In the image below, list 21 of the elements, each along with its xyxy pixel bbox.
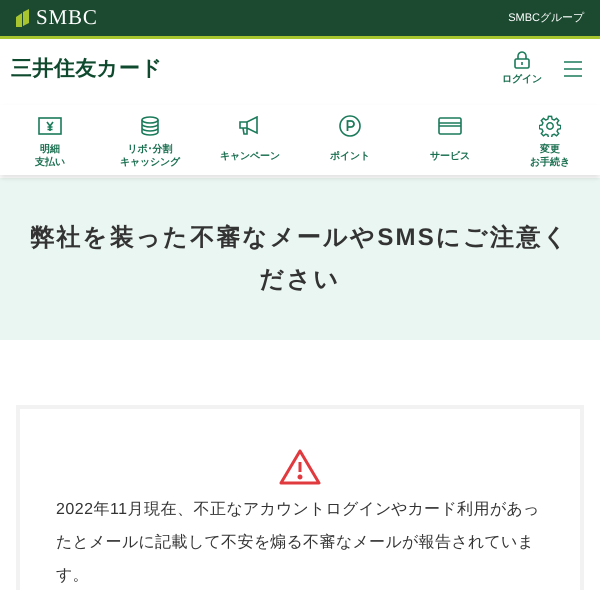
- nav-item[interactable]: 変更 お手続き: [500, 105, 600, 177]
- menu-icon[interactable]: [564, 61, 582, 77]
- nav-item[interactable]: キャンペーン: [200, 105, 300, 177]
- coin-stack-icon: [140, 116, 160, 136]
- nav-item[interactable]: サービス: [400, 105, 500, 177]
- site-logo[interactable]: 三井住友カード: [11, 53, 163, 85]
- credit-card-icon: [438, 117, 462, 135]
- warning-icon: [279, 449, 321, 485]
- banknote-icon: [38, 117, 62, 135]
- gear-icon: [539, 115, 561, 137]
- lock-icon: [514, 51, 530, 69]
- point-icon: [339, 115, 361, 137]
- nav-item[interactable]: ポイント: [300, 105, 400, 177]
- login-button[interactable]: ログイン: [502, 51, 542, 87]
- notice-text: 2022年11月現在、不正なアカウントログインやカード利用があったとメールに記載して不安を煽る不審なメールが報告されています。: [56, 500, 541, 586]
- brand-logo[interactable]: SMBC: [36, 2, 98, 34]
- group-link[interactable]: SMBCグループ: [508, 10, 584, 26]
- page-title: 弊社を装った不審なメールやSMSにご注意ください: [29, 223, 571, 295]
- nav-item[interactable]: 明細 支払い: [0, 105, 100, 177]
- nav-item[interactable]: リボ･分割 キャッシング: [100, 105, 200, 177]
- logo-icon: [16, 9, 30, 27]
